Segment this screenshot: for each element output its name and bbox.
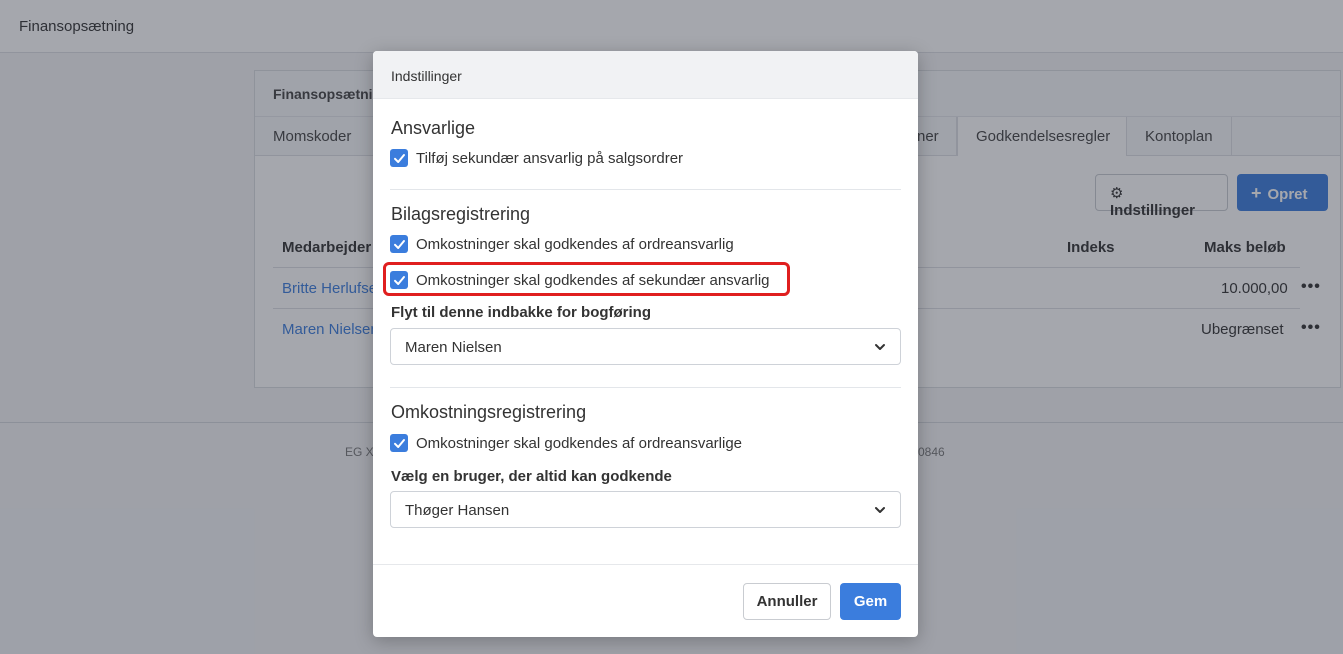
inbox-select[interactable]: Maren Nielsen <box>390 328 901 365</box>
checkbox-label: Tilføj sekundær ansvarlig på salgsordrer <box>416 149 684 167</box>
cancel-button[interactable]: Annuller <box>743 583 831 620</box>
checkbox-checked-icon[interactable] <box>390 235 408 253</box>
checkbox-checked-icon[interactable] <box>390 149 408 167</box>
section-title-voucher: Bilagsregistrering <box>391 204 531 224</box>
checkbox-label: Omkostninger skal godkendes af ordreansv… <box>416 235 734 253</box>
approver-select[interactable]: Thøger Hansen <box>390 491 901 528</box>
inbox-field-label: Flyt til denne indbakke for bogføring <box>391 304 652 321</box>
checkbox-approve-order-responsible[interactable]: Omkostninger skal godkendes af ordreansv… <box>390 234 734 254</box>
chevron-down-icon <box>875 344 885 350</box>
section-title-responsible: Ansvarlige <box>391 118 476 138</box>
checkbox-checked-icon[interactable] <box>390 434 408 452</box>
modal-title: Indstillinger <box>391 68 462 84</box>
chevron-down-icon <box>875 507 885 513</box>
checkbox-expense-approve-order-responsible[interactable]: Omkostninger skal godkendes af ordreansv… <box>390 433 742 453</box>
checkbox-secondary-responsible[interactable]: Tilføj sekundær ansvarlig på salgsordrer <box>390 148 683 168</box>
checkbox-checked-icon[interactable] <box>390 271 408 289</box>
approver-field-label: Vælg en bruger, der altid kan godkende <box>391 468 672 485</box>
save-button[interactable]: Gem <box>840 583 901 620</box>
checkbox-approve-secondary-responsible[interactable]: Omkostninger skal godkendes af sekundær … <box>390 270 770 290</box>
section-divider <box>390 189 901 190</box>
checkbox-label: Omkostninger skal godkendes af ordreansv… <box>416 434 743 452</box>
modal-header: Indstillinger <box>373 51 918 99</box>
modal-footer: Annuller Gem <box>373 564 918 637</box>
inbox-select-value: Maren Nielsen <box>405 339 502 356</box>
section-title-expense: Omkostningsregistrering <box>391 402 587 422</box>
checkbox-label: Omkostninger skal godkendes af sekundær … <box>416 271 770 289</box>
section-divider <box>390 387 901 388</box>
settings-modal: Indstillinger Ansvarlige Tilføj sekundær… <box>373 51 918 637</box>
approver-select-value: Thøger Hansen <box>405 502 510 519</box>
